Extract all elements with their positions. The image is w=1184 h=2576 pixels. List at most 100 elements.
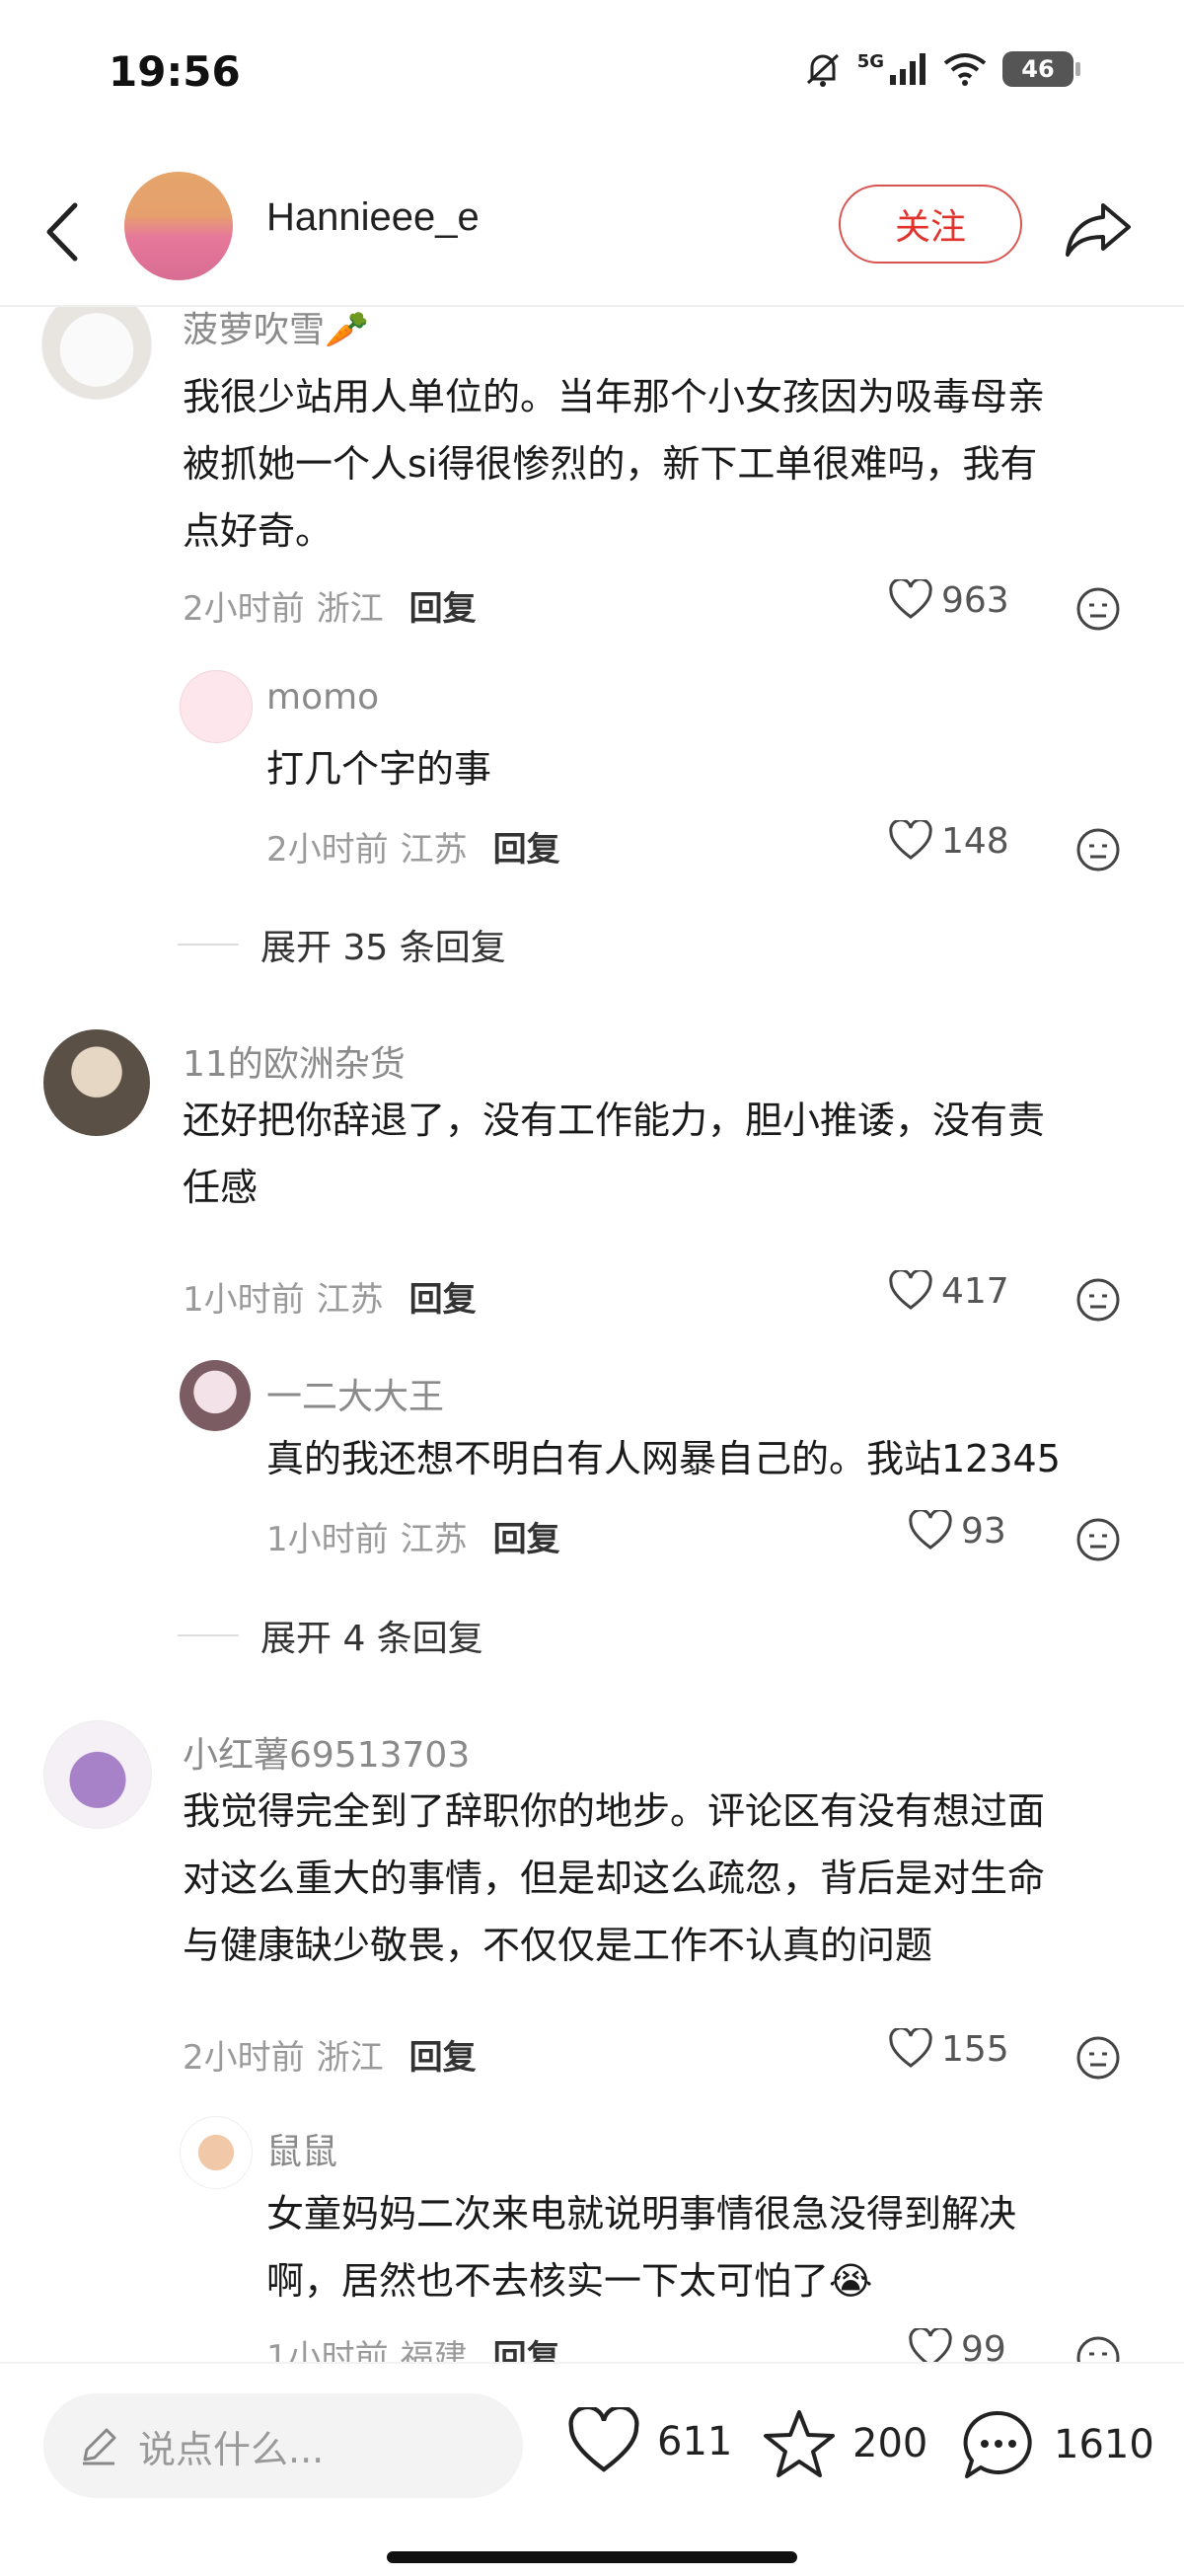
expand-replies-button[interactable]: 展开 35 条回复 [178, 919, 506, 970]
reply-button[interactable]: 回复 [409, 2030, 477, 2079]
expand-replies-label: 展开 35 条回复 [260, 928, 506, 968]
bottom-action-bar: 说点什么... 611 200 1610 [0, 2362, 1184, 2576]
comment-bubble-icon [963, 2410, 1032, 2478]
commenter-name[interactable]: 11的欧洲杂货 [183, 1035, 406, 1087]
status-icons: 5G 46 [802, 49, 1080, 89]
reply-text: 打几个字的事 [266, 747, 492, 791]
star-icon [764, 2410, 835, 2477]
reply-text: 真的我还想不明白有人网暴自己的。我站12345 [266, 1437, 1061, 1480]
favorite-button[interactable]: 200 [762, 2407, 927, 2480]
comment-location: 浙江 [316, 589, 384, 629]
expand-divider [178, 944, 239, 946]
commenter-avatar[interactable] [41, 307, 152, 400]
like-count: 99 [961, 2328, 1006, 2363]
reply-name[interactable]: 一二大大王 [266, 1368, 444, 1419]
reply-button[interactable]: 回复 [409, 581, 477, 630]
comment-text: 我很少站用人单位的。当年那个小女孩因为吸毒母亲 被抓她一个人si得很惨烈的，新下… [183, 363, 1045, 565]
commenter-avatar[interactable] [43, 1720, 152, 1829]
heart-icon [909, 1510, 952, 1550]
like-count: 155 [941, 2028, 1009, 2070]
comment-line: 被抓她一个人si得很惨烈的，新下工单很难吗，我有 [183, 442, 1038, 486]
comment-location: 江苏 [316, 1280, 384, 1320]
emoji-reaction-icon[interactable] [1075, 2335, 1121, 2362]
comment-line: 我很少站用人单位的。当年那个小女孩因为吸毒母亲 [183, 375, 1046, 418]
network-type-label: 5G [856, 50, 884, 72]
expand-divider [178, 1634, 239, 1636]
reply-meta: 2小时前 江苏 回复 [266, 822, 560, 871]
like-post-button[interactable]: 611 [566, 2407, 732, 2476]
reply-avatar[interactable] [180, 2116, 253, 2189]
commenter-avatar[interactable] [43, 1029, 150, 1136]
comment-count: 1610 [1054, 2422, 1154, 2467]
emoji-reaction-icon[interactable] [1075, 1277, 1121, 1323]
author-username[interactable]: Hannieee_e [266, 195, 480, 240]
comment-input[interactable]: 说点什么... [43, 2393, 523, 2498]
heart-icon [889, 2028, 932, 2068]
comment-line: 与健康缺少敬畏，不仅仅是工作不认真的问题 [183, 1924, 933, 1967]
like-button[interactable]: 99 [908, 2328, 1006, 2362]
commenter-name[interactable]: 菠萝吹雪🥕 [183, 307, 369, 352]
home-indicator[interactable] [387, 2551, 797, 2563]
reply-button[interactable]: 回复 [409, 1272, 477, 1321]
commenter-name[interactable]: 小红薯69513703 [183, 1726, 470, 1778]
reply-line: 女童妈妈二次来电就说明事情很急没得到解决 [266, 2192, 1017, 2235]
like-button[interactable]: 417 [888, 1270, 1009, 1312]
comment-location: 浙江 [316, 2038, 384, 2078]
comment-text: 我觉得完全到了辞职你的地步。评论区有没有想过面 对这么重大的事情，但是却这么疏忽… [183, 1778, 1045, 1979]
comment-time: 1小时前 [183, 1280, 305, 1320]
wifi-icon [943, 53, 987, 86]
comments-button[interactable]: 1610 [959, 2407, 1154, 2482]
reply-name[interactable]: 鼠鼠 [266, 2123, 337, 2174]
like-count: 93 [961, 1510, 1006, 1552]
heart-icon [889, 820, 932, 860]
emoji-reaction-icon[interactable] [1075, 1517, 1121, 1562]
share-icon[interactable] [1064, 197, 1135, 261]
heart-icon [909, 2328, 952, 2362]
status-time: 19:56 [109, 47, 241, 96]
expand-replies-button[interactable]: 展开 4 条回复 [178, 1610, 483, 1661]
reply-location: 江苏 [400, 830, 468, 870]
comment-line: 还好把你辞退了，没有工作能力，胆小推诿，没有责 [183, 1099, 1046, 1142]
post-like-count: 611 [657, 2419, 733, 2464]
like-count: 148 [941, 820, 1009, 862]
reply-name[interactable]: momo [266, 677, 379, 718]
comment-time: 2小时前 [183, 589, 305, 629]
heart-icon [889, 1270, 932, 1310]
reply-button[interactable]: 回复 [493, 2330, 560, 2362]
comment-time: 2小时前 [183, 2038, 305, 2078]
comment-input-placeholder: 说点什么... [138, 2427, 325, 2471]
heart-icon [568, 2407, 639, 2472]
reply-button[interactable]: 回复 [493, 1512, 560, 1560]
reply-avatar[interactable] [180, 1360, 251, 1431]
comment-line: 点好奇。 [183, 509, 333, 553]
comment-text: 还好把你辞退了，没有工作能力，胆小推诿，没有责 任感 [183, 1087, 1045, 1221]
reply-time: 1小时前 [266, 2338, 389, 2362]
pencil-icon [83, 2428, 116, 2465]
reply-text: 女童妈妈二次来电就说明事情很急没得到解决 啊，居然也不去核实一下太可怕了😭 [266, 2180, 1016, 2314]
reply-time: 1小时前 [266, 1520, 389, 1559]
like-count: 417 [941, 1270, 1009, 1312]
favorite-count: 200 [852, 2421, 928, 2466]
like-button[interactable]: 155 [888, 2028, 1009, 2070]
comment-list[interactable]: 菠萝吹雪🥕 我很少站用人单位的。当年那个小女孩因为吸毒母亲 被抓她一个人si得很… [0, 307, 1184, 2362]
status-bar: 19:56 5G 46 [0, 0, 1184, 148]
mute-icon [806, 53, 839, 87]
battery-indicator: 46 [1002, 51, 1080, 87]
reply-line: 啊，居然也不去核实一下太可怕了😭 [266, 2259, 873, 2303]
back-arrow-icon[interactable] [39, 197, 85, 266]
follow-button[interactable]: 关注 [839, 185, 1022, 264]
like-button[interactable]: 963 [888, 579, 1009, 621]
emoji-reaction-icon[interactable] [1075, 827, 1121, 872]
reply-avatar[interactable] [180, 670, 253, 743]
emoji-reaction-icon[interactable] [1075, 586, 1121, 632]
comment-meta: 2小时前 浙江 回复 [183, 2030, 477, 2079]
reply-button[interactable]: 回复 [493, 822, 560, 871]
like-button[interactable]: 148 [888, 820, 1009, 862]
emoji-reaction-icon[interactable] [1075, 2035, 1121, 2081]
comment-line: 我觉得完全到了辞职你的地步。评论区有没有想过面 [183, 1789, 1046, 1833]
author-avatar[interactable] [124, 172, 233, 280]
expand-replies-label: 展开 4 条回复 [260, 1619, 483, 1659]
reply-meta: 1小时前 福建 回复 [266, 2330, 560, 2362]
like-button[interactable]: 93 [908, 1510, 1006, 1552]
reply-location: 福建 [400, 2338, 468, 2362]
